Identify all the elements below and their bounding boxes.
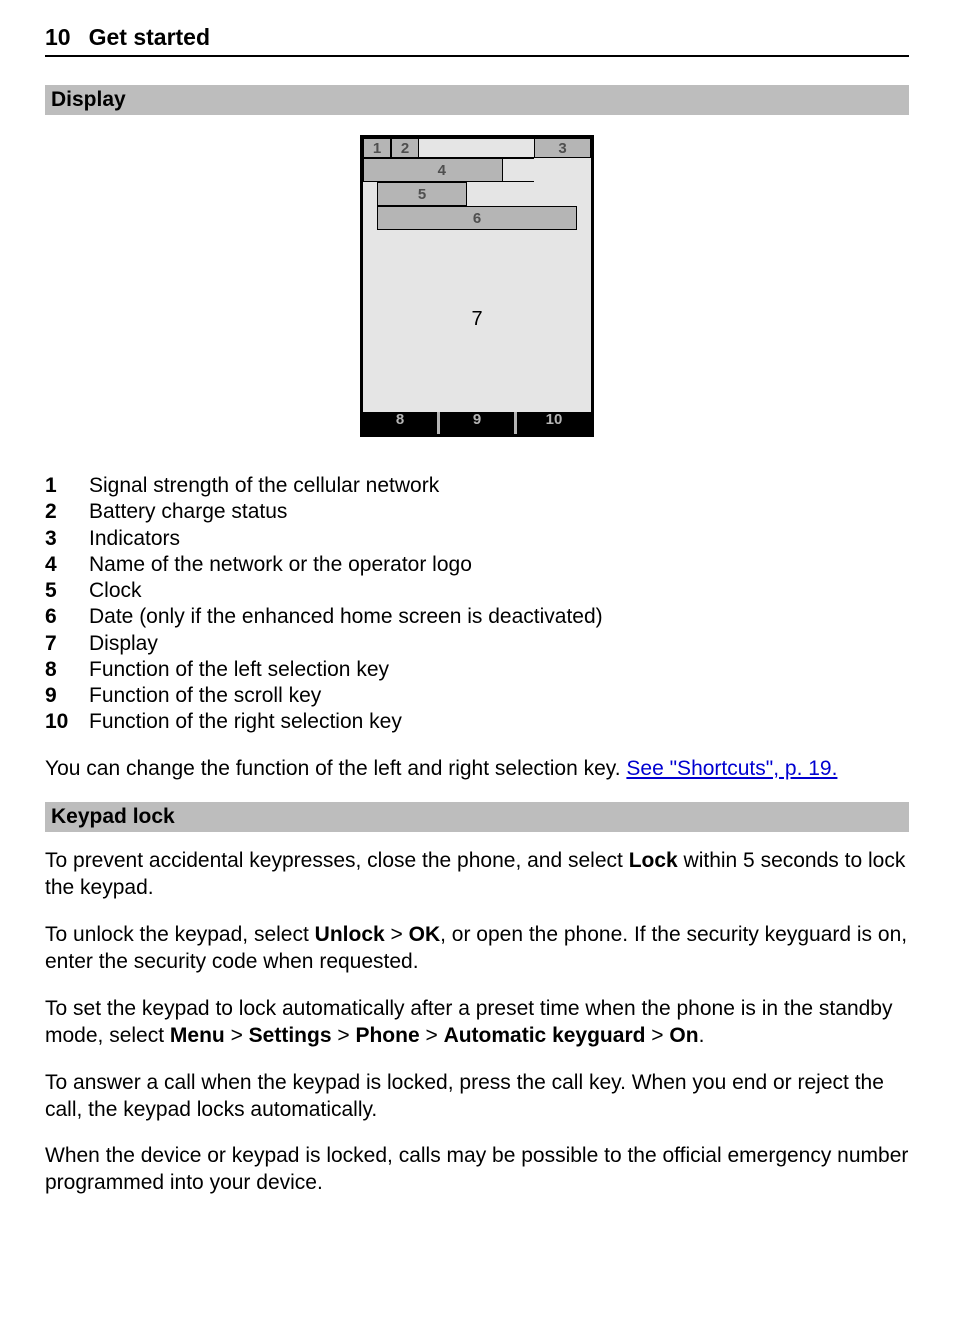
ui-term-automatic-keyguard: Automatic keyguard <box>444 1024 646 1047</box>
legend-item: 8Function of the left selection key <box>45 657 909 683</box>
keypad-lock-p3: To set the keypad to lock automatically … <box>45 996 909 1050</box>
display-diagram: 1 2 3 4 5 6 7 8 9 10 <box>45 135 909 437</box>
legend-item: 5Clock <box>45 578 909 604</box>
diagram-region-7: 7 <box>363 230 591 408</box>
ui-term-menu: Menu <box>170 1024 225 1047</box>
legend-item: 6Date (only if the enhanced home screen … <box>45 604 909 630</box>
ui-term-lock: Lock <box>629 849 678 872</box>
diagram-region-5: 5 <box>377 182 467 206</box>
legend-item: 2Battery charge status <box>45 499 909 525</box>
diagram-region-4-gap <box>503 158 534 182</box>
legend-item: 7Display <box>45 631 909 657</box>
diagram-region-1: 1 <box>363 138 391 158</box>
legend-item: 4Name of the network or the operator log… <box>45 552 909 578</box>
ui-term-unlock: Unlock <box>315 923 385 946</box>
diagram-region-gap <box>419 138 534 158</box>
legend-item: 1Signal strength of the cellular network <box>45 473 909 499</box>
keypad-lock-p4: To answer a call when the keypad is lock… <box>45 1070 909 1124</box>
diagram-region-4: 4 <box>363 158 503 182</box>
phone-screen-outline: 1 2 3 4 5 6 7 8 9 10 <box>360 135 594 437</box>
diagram-region-10: 10 <box>517 412 591 434</box>
ui-term-settings: Settings <box>249 1024 332 1047</box>
shortcuts-note: You can change the function of the left … <box>45 756 909 783</box>
legend-item: 10Function of the right selection key <box>45 709 909 735</box>
shortcuts-link[interactable]: See "Shortcuts", p. 19. <box>626 757 837 780</box>
diagram-region-2: 2 <box>391 138 419 158</box>
chapter-title: Get started <box>89 24 210 50</box>
page-number: 10 <box>45 24 71 51</box>
legend-item: 9Function of the scroll key <box>45 683 909 709</box>
page-header: 10 Get started <box>45 24 909 57</box>
section-heading-display: Display <box>45 85 909 115</box>
diagram-region-9: 9 <box>440 412 517 434</box>
ui-term-ok: OK <box>409 923 441 946</box>
keypad-lock-p5: When the device or keypad is locked, cal… <box>45 1143 909 1197</box>
section-heading-keypad-lock: Keypad lock <box>45 802 909 832</box>
diagram-region-6: 6 <box>377 206 577 230</box>
ui-term-on: On <box>669 1024 698 1047</box>
ui-term-phone: Phone <box>355 1024 419 1047</box>
keypad-lock-p2: To unlock the keypad, select Unlock > OK… <box>45 922 909 976</box>
legend-item: 3Indicators <box>45 526 909 552</box>
diagram-region-3: 3 <box>534 138 591 158</box>
diagram-softkey-row: 8 9 10 <box>363 412 591 434</box>
diagram-region-8: 8 <box>363 412 440 434</box>
keypad-lock-p1: To prevent accidental keypresses, close … <box>45 848 909 902</box>
display-legend: 1Signal strength of the cellular network… <box>45 473 909 736</box>
